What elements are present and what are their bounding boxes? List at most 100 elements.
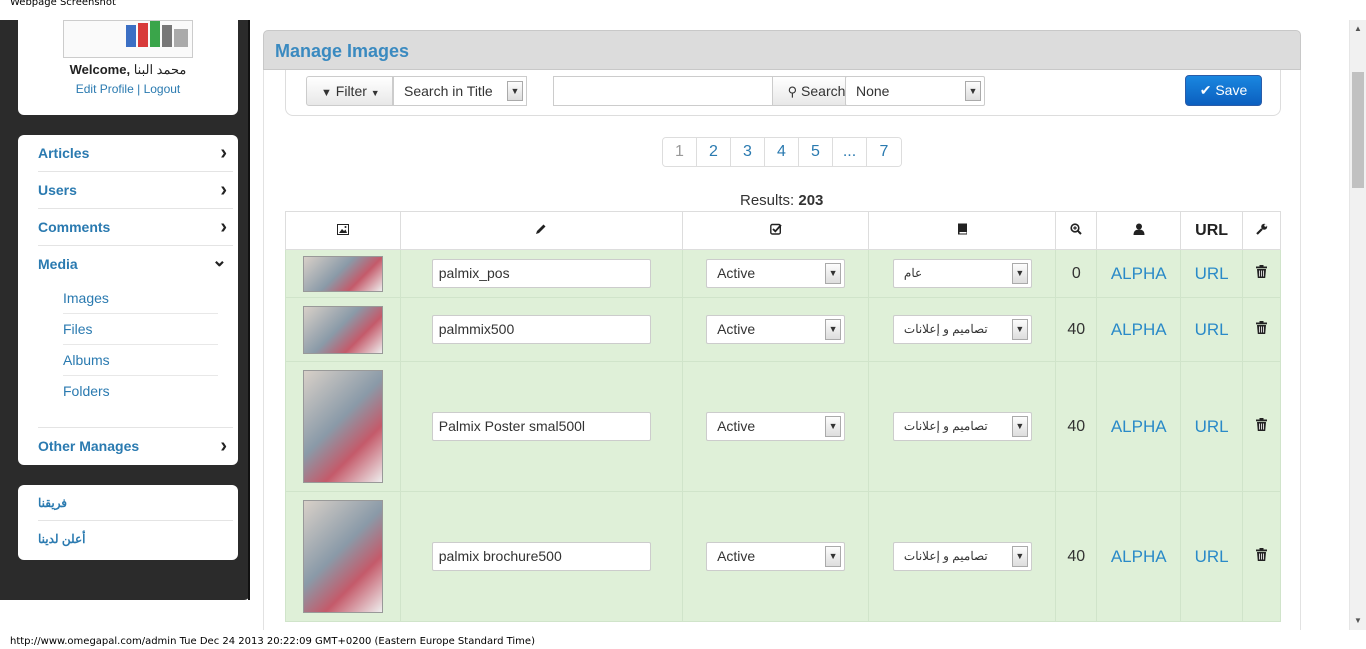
title-cell: palmmix500 (399, 297, 683, 362)
save-label: Save (1215, 82, 1248, 98)
status-cell: Active ▼ (681, 249, 870, 298)
panel-header: Manage Images (263, 30, 1301, 70)
page-link[interactable]: 7 (867, 138, 901, 166)
scroll-thumb[interactable] (1352, 72, 1364, 188)
user-icon (1096, 211, 1182, 250)
url-link[interactable]: URL (1195, 264, 1229, 283)
chevron-down-icon: ▼ (1011, 416, 1028, 437)
author-link[interactable]: ALPHA (1111, 264, 1167, 283)
title-input[interactable]: palmix_pos (431, 259, 651, 288)
thumbnail-cell (285, 249, 401, 298)
filter-button[interactable]: ▼ Filter ▼ (306, 76, 393, 106)
search-label: Search (801, 83, 846, 99)
sidebar-subitem-files[interactable]: Files (63, 314, 218, 345)
image-thumbnail[interactable] (302, 255, 383, 292)
title-input[interactable]: palmmix500 (431, 315, 651, 344)
chevron-down-icon: ▼ (1011, 546, 1028, 567)
title-input[interactable]: palmix brochure500 (431, 542, 651, 571)
url-cell: URL (1180, 361, 1244, 492)
category-select[interactable]: تصاميم و إعلانات ▼ (892, 412, 1032, 441)
window-caption: Webpage Screenshot (10, 0, 116, 8)
check-square-icon (681, 211, 870, 250)
trash-icon[interactable] (1256, 547, 1268, 561)
category-value: تصاميم و إعلانات (903, 419, 988, 433)
book-icon (868, 211, 1057, 250)
page-link[interactable]: 4 (765, 138, 799, 166)
our-team-link[interactable]: فريقنا (38, 485, 233, 521)
image-thumbnail[interactable] (302, 500, 383, 613)
page-link[interactable]: 3 (731, 138, 765, 166)
category-filter-select[interactable]: None ▼ (845, 76, 985, 106)
advertise-link[interactable]: أعلن لدينا (38, 521, 233, 557)
status-select[interactable]: Active ▼ (706, 412, 846, 441)
filter-icon: ▼ (321, 87, 332, 99)
view-count: 40 (1067, 417, 1086, 435)
pencil-icon (399, 211, 683, 250)
trash-icon[interactable] (1256, 320, 1268, 334)
status-select[interactable]: Active ▼ (706, 259, 846, 288)
category-select[interactable]: عام ▼ (892, 259, 1032, 288)
table-row: palmix_pos Active ▼ عام ▼ 0 ALPHA URL (285, 249, 1281, 298)
scroll-down-icon[interactable]: ▼ (1353, 616, 1363, 626)
results-number: 203 (798, 192, 824, 209)
author-link[interactable]: ALPHA (1111, 320, 1167, 339)
delete-cell (1242, 491, 1281, 622)
search-input[interactable] (553, 76, 773, 106)
image-thumbnail[interactable] (302, 305, 383, 354)
image-thumbnail[interactable] (302, 370, 383, 483)
url-link[interactable]: URL (1195, 320, 1229, 339)
sidebar-item-other-manages[interactable]: Other Manages › (38, 427, 233, 464)
sidebar-subitem-images[interactable]: Images (63, 283, 218, 314)
page-scrollbar[interactable]: ▲ ▼ (1349, 20, 1366, 630)
author-link[interactable]: ALPHA (1111, 417, 1167, 436)
wrench-icon (1242, 211, 1281, 250)
category-cell: تصاميم و إعلانات ▼ (868, 361, 1057, 492)
chevron-down-icon: ▼ (825, 416, 842, 437)
title-input[interactable]: Palmix Poster smal500l (431, 412, 651, 441)
status-select[interactable]: Active ▼ (706, 315, 846, 344)
trash-icon[interactable] (1256, 417, 1268, 431)
author-link[interactable]: ALPHA (1111, 547, 1167, 566)
save-button[interactable]: ✔ Save (1185, 75, 1262, 106)
trash-icon[interactable] (1256, 264, 1268, 278)
sidebar-item-label: Users (38, 182, 77, 198)
sidebar-subitem-albums[interactable]: Albums (63, 345, 218, 376)
search-field-select[interactable]: Search in Title ▼ (393, 76, 527, 106)
title-cell: Palmix Poster smal500l (399, 361, 683, 492)
status-select[interactable]: Active ▼ (706, 542, 846, 571)
title-cell: palmix_pos (399, 249, 683, 298)
category-select[interactable]: تصاميم و إعلانات ▼ (892, 315, 1032, 344)
page-link[interactable]: 2 (697, 138, 731, 166)
sidebar-item-label: Comments (38, 219, 111, 235)
welcome-text: Welcome, محمد البنا (18, 62, 238, 78)
page-link[interactable]: 5 (799, 138, 833, 166)
status-bar-text: http://www.omegapal.com/admin Tue Dec 24… (10, 636, 535, 647)
pagination: 1 2 3 4 5 ... 7 (662, 137, 902, 167)
author-cell: ALPHA (1096, 297, 1182, 362)
url-link[interactable]: URL (1195, 417, 1229, 436)
sidebar-item-users[interactable]: Users › (38, 172, 233, 209)
thumbnail-cell (285, 491, 401, 622)
sidebar-links: فريقنا أعلن لدينا (18, 485, 238, 560)
table-header-row: URL (285, 211, 1281, 250)
sidebar-item-articles[interactable]: Articles › (38, 135, 233, 172)
logout-link[interactable]: Logout (144, 82, 181, 96)
chevron-down-icon: ▼ (1011, 263, 1028, 284)
user-name: محمد البنا (133, 62, 187, 77)
url-link[interactable]: URL (1195, 547, 1229, 566)
sidebar-subitem-folders[interactable]: Folders (63, 376, 218, 407)
page-link[interactable]: 1 (663, 138, 697, 166)
url-cell: URL (1180, 249, 1244, 298)
scroll-up-icon[interactable]: ▲ (1353, 24, 1363, 34)
filter-label: Filter (335, 83, 367, 99)
sidebar-item-comments[interactable]: Comments › (38, 209, 233, 246)
views-cell: 40 (1055, 361, 1098, 492)
sidebar-item-media[interactable]: Media ⌄ (38, 246, 233, 283)
category-cell: عام ▼ (868, 249, 1057, 298)
author-cell: ALPHA (1096, 491, 1182, 622)
edit-profile-link[interactable]: Edit Profile (76, 82, 134, 96)
delete-cell (1242, 249, 1281, 298)
chevron-right-icon: › (220, 216, 227, 238)
results-count: Results: 203 (740, 192, 823, 209)
category-select[interactable]: تصاميم و إعلانات ▼ (892, 542, 1032, 571)
